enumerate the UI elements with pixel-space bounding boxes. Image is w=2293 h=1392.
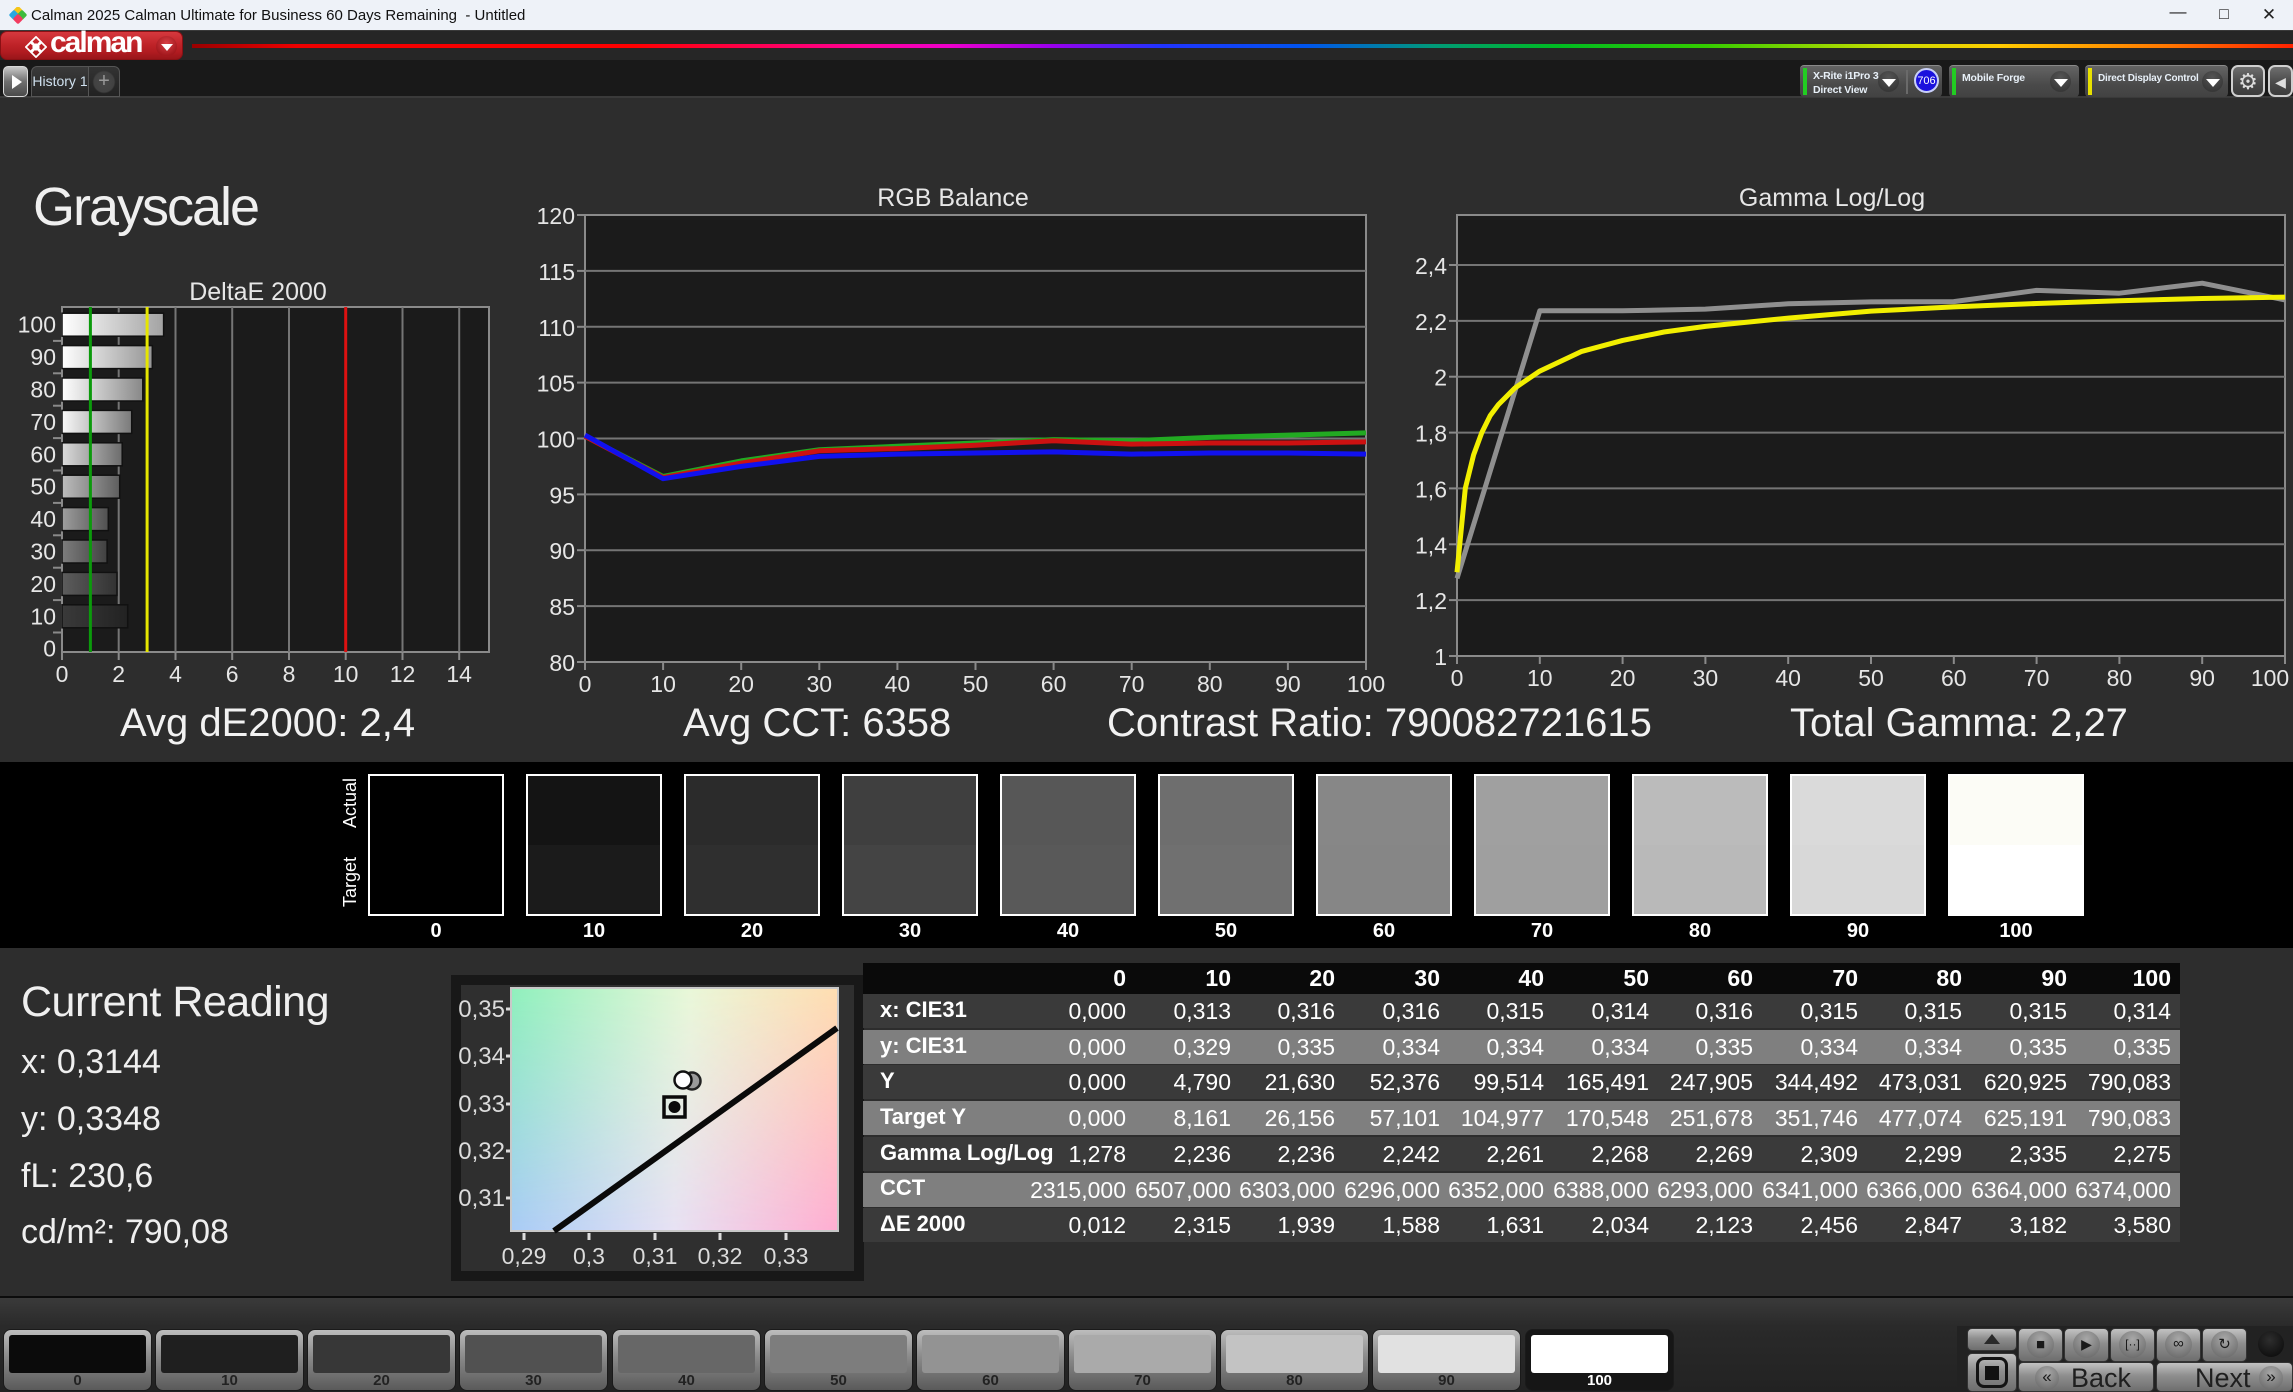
svg-text:70: 70 (30, 409, 56, 435)
svg-text:80: 80 (30, 377, 56, 403)
svg-text:85: 85 (549, 594, 575, 620)
svg-text:1,4: 1,4 (1415, 532, 1447, 558)
svg-text:8: 8 (283, 661, 296, 687)
svg-text:60: 60 (1941, 665, 1967, 691)
svg-text:90: 90 (2189, 665, 2215, 691)
svg-text:4: 4 (169, 661, 182, 687)
svg-text:105: 105 (537, 371, 575, 397)
svg-text:60: 60 (1041, 671, 1067, 697)
svg-text:70: 70 (1119, 671, 1145, 697)
svg-text:0,29: 0,29 (502, 1243, 547, 1269)
svg-text:1,8: 1,8 (1415, 421, 1447, 447)
svg-text:10: 10 (1527, 665, 1553, 691)
svg-text:0,31: 0,31 (633, 1243, 678, 1269)
svg-text:40: 40 (1775, 665, 1801, 691)
svg-text:100: 100 (2251, 665, 2289, 691)
svg-text:20: 20 (728, 671, 754, 697)
svg-text:0,31: 0,31 (458, 1185, 505, 1212)
svg-text:10: 10 (650, 671, 676, 697)
svg-text:115: 115 (538, 259, 575, 285)
svg-text:40: 40 (885, 671, 911, 697)
svg-text:80: 80 (1197, 671, 1223, 697)
svg-text:50: 50 (30, 474, 56, 500)
svg-text:70: 70 (2024, 665, 2050, 691)
svg-text:6: 6 (226, 661, 239, 687)
svg-text:20: 20 (30, 571, 56, 597)
svg-text:50: 50 (963, 671, 989, 697)
svg-text:0: 0 (56, 661, 69, 687)
svg-text:0,33: 0,33 (764, 1243, 809, 1269)
svg-text:120: 120 (537, 203, 575, 229)
svg-text:RGB Balance: RGB Balance (877, 184, 1028, 212)
svg-text:30: 30 (1693, 665, 1719, 691)
svg-text:40: 40 (30, 506, 56, 532)
svg-text:80: 80 (549, 650, 575, 676)
svg-text:DeltaE 2000: DeltaE 2000 (189, 278, 327, 306)
svg-text:0: 0 (579, 671, 592, 697)
svg-text:2,2: 2,2 (1415, 309, 1447, 335)
svg-text:0,32: 0,32 (698, 1243, 743, 1269)
svg-text:90: 90 (30, 344, 56, 370)
svg-text:30: 30 (807, 671, 833, 697)
svg-text:10: 10 (30, 603, 56, 629)
svg-text:100: 100 (18, 312, 56, 338)
svg-text:1,6: 1,6 (1415, 476, 1447, 502)
svg-text:0,34: 0,34 (458, 1043, 505, 1070)
svg-text:1: 1 (1434, 644, 1447, 670)
svg-text:2,4: 2,4 (1415, 253, 1447, 279)
svg-text:10: 10 (333, 661, 359, 687)
svg-text:20: 20 (1610, 665, 1636, 691)
svg-text:1,2: 1,2 (1415, 588, 1447, 614)
svg-text:0: 0 (43, 636, 56, 662)
svg-text:0,35: 0,35 (458, 996, 505, 1023)
svg-text:0,32: 0,32 (458, 1138, 505, 1165)
svg-text:30: 30 (30, 539, 56, 565)
svg-text:90: 90 (1275, 671, 1301, 697)
svg-text:100: 100 (537, 427, 575, 453)
svg-text:80: 80 (2107, 665, 2133, 691)
svg-text:0,33: 0,33 (458, 1091, 505, 1118)
svg-text:2: 2 (1434, 365, 1447, 391)
svg-text:Gamma Log/Log: Gamma Log/Log (1739, 184, 1925, 212)
svg-text:60: 60 (30, 441, 56, 467)
svg-text:2: 2 (112, 661, 125, 687)
svg-text:0,3: 0,3 (573, 1243, 605, 1269)
svg-text:90: 90 (549, 538, 575, 564)
svg-text:14: 14 (446, 661, 472, 687)
svg-text:100: 100 (1347, 671, 1385, 697)
svg-text:0: 0 (1451, 665, 1464, 691)
svg-text:95: 95 (549, 482, 575, 508)
svg-text:12: 12 (390, 661, 416, 687)
svg-text:110: 110 (538, 315, 575, 341)
svg-text:50: 50 (1858, 665, 1884, 691)
